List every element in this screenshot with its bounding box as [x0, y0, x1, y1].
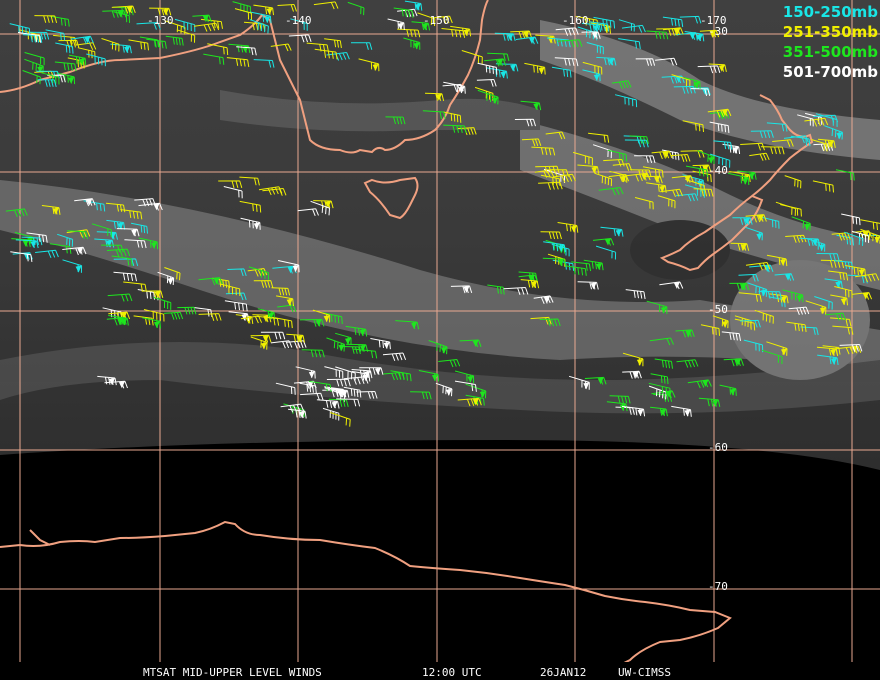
antarctica-coastline [0, 520, 732, 666]
lat-label: -60 [708, 441, 728, 454]
lon-label: -130 [147, 14, 174, 27]
map-canvas [0, 0, 880, 680]
lat-label: -50 [708, 303, 728, 316]
footer-source: UW-CIMSS [618, 666, 671, 679]
footer-time: 12:00 UTC [422, 666, 482, 679]
legend-501-700mb: 501-700mb [782, 63, 878, 81]
footer-caption: MTSAT MID-UPPER LEVEL WINDS 12:00 UTC 26… [0, 664, 880, 680]
lon-label: -150 [423, 14, 450, 27]
legend-351-500mb: 351-500mb [782, 43, 878, 61]
antarctic-inlet [29, 529, 51, 546]
lon-label: -140 [285, 14, 312, 27]
lat-label: -70 [708, 580, 728, 593]
legend-150-250mb: 150-250mb [782, 3, 878, 21]
lon-label: -160 [562, 14, 589, 27]
lat-label: -40 [708, 164, 728, 177]
lat-label: -30 [708, 25, 728, 38]
satellite-map: -130 -140 -150 -160 -170 -30 -40 -50 -60… [0, 0, 880, 680]
footer-product: MTSAT MID-UPPER LEVEL WINDS [143, 666, 322, 679]
legend-251-350mb: 251-350mb [782, 23, 878, 41]
footer-date: 26JAN12 [540, 666, 587, 679]
